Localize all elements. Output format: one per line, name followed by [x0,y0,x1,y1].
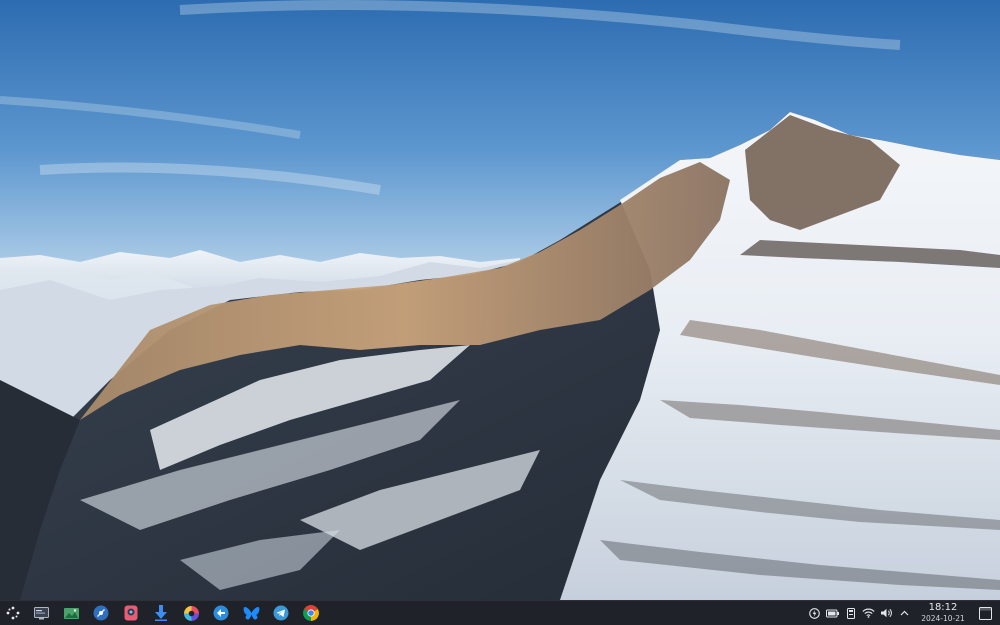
expand-tray-button[interactable] [896,605,913,622]
system-monitor-icon [33,606,49,619]
volume-icon [880,608,892,618]
color-picker-icon [183,605,199,621]
mountain-wallpaper [0,0,1000,600]
kde-connect-button[interactable] [210,602,232,624]
show-desktop-icon [978,606,992,620]
wifi-icon [862,608,875,618]
telegram-button[interactable] [270,602,292,624]
volume-button[interactable] [878,605,895,622]
system-monitor-button[interactable] [30,602,52,624]
system-tray: 18:12 2024-10-21 [806,601,1000,625]
bluesky-button[interactable] [240,602,262,624]
image-viewer-button[interactable] [60,602,82,624]
taskbar: 18:12 2024-10-21 [0,600,1000,625]
network-browser-button[interactable] [90,602,112,624]
battery-icon [826,609,839,617]
chrome-icon [303,605,319,621]
pinned-apps [30,602,330,624]
battery-button[interactable] [824,605,841,622]
expand-tray-icon [900,610,909,616]
media-app-icon [124,605,138,621]
chrome-button[interactable] [300,602,322,624]
clipboard-button[interactable] [806,605,823,622]
storage-button[interactable] [842,605,859,622]
clipboard-icon [809,607,820,619]
clock-date: 2024-10-21 [921,614,965,624]
image-viewer-icon [63,607,79,619]
color-picker-button[interactable] [180,602,202,624]
app-launcher-button[interactable] [2,602,24,624]
wifi-button[interactable] [860,605,877,622]
download-manager-button[interactable] [150,602,172,624]
digital-clock[interactable]: 18:12 2024-10-21 [918,603,968,623]
media-app-button[interactable] [120,602,142,624]
telegram-icon [273,605,289,621]
storage-icon [846,607,855,619]
network-browser-icon [93,605,109,621]
clock-time: 18:12 [928,602,958,614]
show-desktop-button[interactable] [974,602,996,624]
app-launcher-icon [6,606,20,620]
download-manager-icon [155,605,167,621]
desktop[interactable]: 18:12 2024-10-21 [0,0,1000,625]
bluesky-icon [243,606,259,620]
kde-connect-icon [213,605,229,621]
